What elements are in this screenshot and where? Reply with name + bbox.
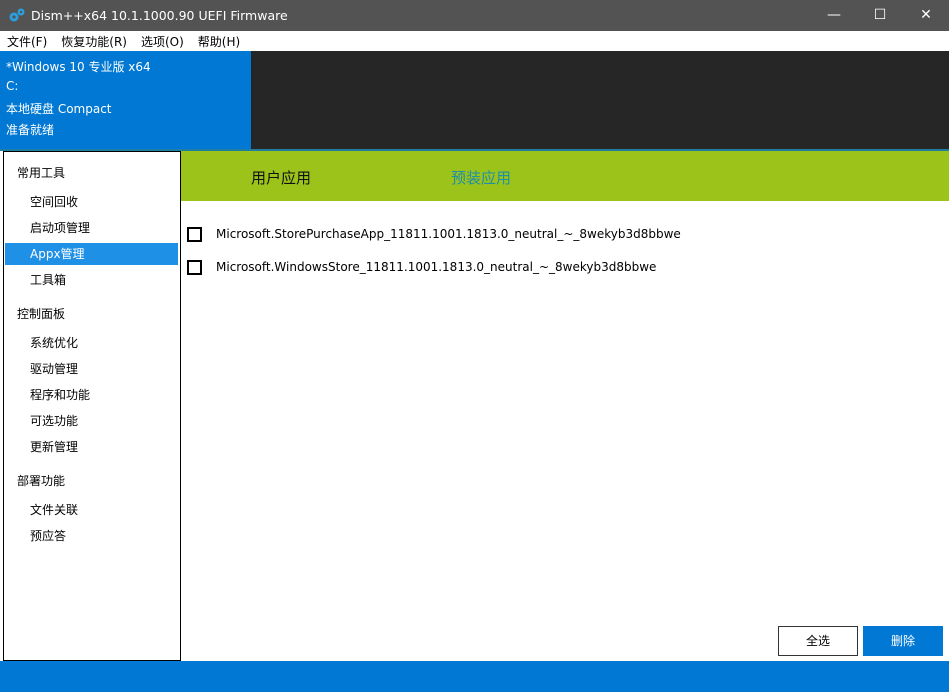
section-common-tools: 常用工具 <box>17 166 66 180</box>
checkbox[interactable] <box>187 226 202 242</box>
delete-button[interactable]: 删除 <box>863 626 943 656</box>
sidebar-item-optional-features[interactable]: 可选功能 <box>5 410 178 432</box>
sidebar-item-unattend[interactable]: 预应答 <box>5 525 178 547</box>
session-info-panel[interactable]: *Windows 10 专业版 x64 C: 本地硬盘 Compact 准备就绪 <box>0 51 251 149</box>
menu-help[interactable]: 帮助(H) <box>191 31 247 51</box>
disk-type: 本地硬盘 Compact <box>6 102 112 116</box>
list-item[interactable]: Microsoft.WindowsStore_11811.1001.1813.0… <box>187 257 656 277</box>
window-title: Dism++x64 10.1.1000.90 UEFI Firmware <box>31 8 288 23</box>
sidebar-item-drivers[interactable]: 驱动管理 <box>5 358 178 380</box>
gears-icon <box>9 8 25 22</box>
sidebar-item-space-cleanup[interactable]: 空间回收 <box>5 191 178 213</box>
drive-letter: C: <box>6 79 19 93</box>
sidebar: 常用工具 空间回收 启动项管理 Appx管理 工具箱 控制面板 系统优化 驱动管… <box>3 151 181 661</box>
app-name: Microsoft.StorePurchaseApp_11811.1001.18… <box>216 227 681 241</box>
status-text: 准备就绪 <box>6 123 55 137</box>
os-name: *Windows 10 专业版 x64 <box>6 60 151 74</box>
app-name: Microsoft.WindowsStore_11811.1001.1813.0… <box>216 260 657 274</box>
minimize-button[interactable]: — <box>811 0 857 31</box>
menu-bar: 文件(F) 恢复功能(R) 选项(O) 帮助(H) <box>0 31 949 51</box>
title-bar: Dism++x64 10.1.1000.90 UEFI Firmware — ☐… <box>0 0 949 31</box>
menu-options[interactable]: 选项(O) <box>134 31 191 51</box>
list-item[interactable]: Microsoft.StorePurchaseApp_11811.1001.18… <box>187 224 681 244</box>
menu-file[interactable]: 文件(F) <box>0 31 54 51</box>
session-list-area <box>251 51 949 149</box>
sidebar-item-updates[interactable]: 更新管理 <box>5 436 178 458</box>
sidebar-item-programs[interactable]: 程序和功能 <box>5 384 178 406</box>
status-bar <box>0 661 949 692</box>
maximize-button[interactable]: ☐ <box>857 0 903 31</box>
section-deployment: 部署功能 <box>17 474 66 488</box>
close-button[interactable]: ✕ <box>903 0 949 31</box>
sidebar-item-file-assoc[interactable]: 文件关联 <box>5 499 178 521</box>
select-all-button[interactable]: 全选 <box>778 626 858 656</box>
sidebar-item-toolbox[interactable]: 工具箱 <box>5 269 178 291</box>
checkbox[interactable] <box>187 259 202 275</box>
section-control-panel: 控制面板 <box>17 307 66 321</box>
sidebar-item-startup[interactable]: 启动项管理 <box>5 217 178 239</box>
tab-preinstalled-apps[interactable]: 预装应用 <box>451 167 511 188</box>
tab-bar: 用户应用 预装应用 <box>181 151 949 201</box>
tab-user-apps[interactable]: 用户应用 <box>251 167 311 188</box>
sidebar-item-appx[interactable]: Appx管理 <box>5 243 178 265</box>
sidebar-item-optimize[interactable]: 系统优化 <box>5 332 178 354</box>
menu-recovery[interactable]: 恢复功能(R) <box>54 31 134 51</box>
